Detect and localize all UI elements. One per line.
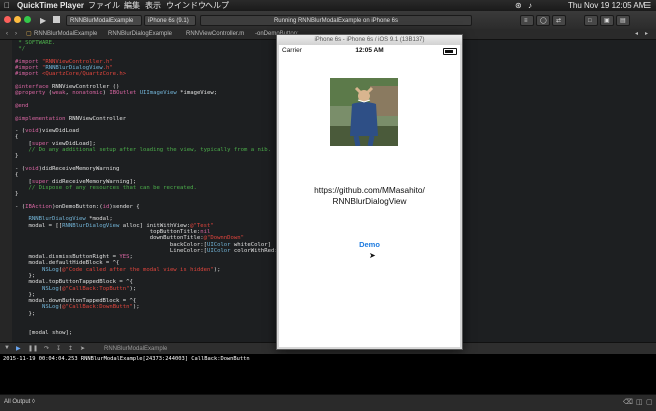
trash-icon[interactable]: ⌫ bbox=[623, 398, 633, 406]
device-screen[interactable]: Carrier 12:05 AM https://github.com/MMas… bbox=[279, 45, 460, 347]
zoom-window-icon[interactable] bbox=[24, 16, 31, 23]
code-line[interactable]: [modal show]; bbox=[15, 330, 298, 336]
simulator-title[interactable]: iPhone 6s - iPhone 6s / iOS 9.1 (13B137) bbox=[277, 35, 462, 45]
related-items-icon[interactable]: ◂ bbox=[635, 29, 638, 39]
photo-image bbox=[330, 78, 398, 146]
code-line[interactable]: backColor:[UIColor whiteColor] bbox=[15, 242, 298, 248]
console-output[interactable]: 2015-11-19 00:04:04.253 RNNBlurModalExam… bbox=[0, 354, 656, 394]
close-window-icon[interactable] bbox=[4, 16, 11, 23]
editor-version-icon[interactable]: ⇄ bbox=[552, 15, 566, 26]
back-arrow-icon[interactable]: ‹ bbox=[6, 29, 8, 39]
device-selector[interactable]: iPhone 6s (9.1) bbox=[144, 15, 196, 26]
minimize-window-icon[interactable] bbox=[14, 16, 21, 23]
volume-icon[interactable]: ♪ bbox=[528, 0, 532, 11]
pause-icon[interactable]: ❚❚ bbox=[28, 345, 38, 352]
step-over-icon[interactable]: ↷ bbox=[44, 345, 49, 352]
breadcrumb-file[interactable]: RNNViewController.m bbox=[186, 29, 244, 39]
location-icon[interactable]: ➤ bbox=[80, 345, 85, 352]
folder-icon: ▢ bbox=[26, 31, 32, 37]
menu-list-icon[interactable]: ☰ bbox=[644, 0, 651, 11]
run-icon[interactable]: ▶ bbox=[40, 16, 46, 25]
profile-photo bbox=[330, 78, 398, 146]
scheme-selector[interactable]: RNNBlurModalExample bbox=[66, 15, 142, 26]
hide-debug-icon[interactable]: ▼ bbox=[4, 345, 10, 351]
menu-view[interactable]: 表示 bbox=[145, 0, 161, 11]
split-view-icon[interactable]: ◫ bbox=[636, 398, 643, 406]
menu-edit[interactable]: 編集 bbox=[124, 0, 140, 11]
menu-clock[interactable]: Thu Nov 19 12:05 AM bbox=[568, 0, 645, 11]
step-into-icon[interactable]: ↧ bbox=[56, 345, 61, 352]
debug-target[interactable]: RNNBlurModalExample bbox=[104, 346, 167, 352]
utilities-toggle-icon[interactable]: ▤ bbox=[616, 15, 630, 26]
status-time: 12:05 AM bbox=[355, 47, 384, 54]
apple-menu-icon[interactable]:  bbox=[4, 0, 10, 11]
line-gutter[interactable] bbox=[0, 40, 12, 342]
code-line[interactable]: // Do any additional setup after loading… bbox=[15, 147, 298, 153]
editor-assistant-icon[interactable]: ◯ bbox=[536, 15, 550, 26]
breakpoints-icon[interactable]: ▶ bbox=[16, 345, 21, 352]
stop-icon[interactable] bbox=[53, 16, 60, 23]
menu-bar:  QuickTime Player ファイル 編集 表示 ウインドウ ヘルプ … bbox=[0, 0, 656, 11]
demo-button[interactable]: Demo bbox=[347, 240, 392, 249]
forward-arrow-icon[interactable]: › bbox=[15, 29, 17, 39]
menu-window[interactable]: ウインドウ bbox=[166, 0, 206, 11]
simulator-window[interactable]: iPhone 6s - iPhone 6s / iOS 9.1 (13B137)… bbox=[276, 34, 463, 350]
console-filter-bar: All Output ◊ ⌫ ◫ ▢ bbox=[0, 394, 656, 411]
mouse-cursor-icon: ➤ bbox=[369, 251, 376, 260]
console-line: 2015-11-19 00:04:04.253 RNNBlurModalExam… bbox=[3, 356, 250, 362]
breadcrumb-group[interactable]: RNNBlurDialogExample bbox=[108, 29, 172, 39]
battery-icon bbox=[443, 48, 457, 55]
xcode-toolbar: ▶ RNNBlurModalExample iPhone 6s (9.1) Ru… bbox=[0, 11, 656, 30]
next-issue-icon[interactable]: ▸ bbox=[645, 29, 648, 39]
wifi-icon[interactable]: ⊛ bbox=[515, 0, 522, 11]
editor-standard-icon[interactable]: ≡ bbox=[520, 15, 534, 26]
debug-toggle-icon[interactable]: ▣ bbox=[600, 15, 614, 26]
activity-view: Running RNNBlurModalExample on iPhone 6s bbox=[200, 15, 472, 26]
github-url: https://github.com/MMasahito/ RNNBlurDia… bbox=[279, 185, 460, 207]
menu-app-name[interactable]: QuickTime Player bbox=[17, 0, 84, 11]
breadcrumb-project[interactable]: RNNBlurModalExample bbox=[34, 29, 97, 39]
url-line-1: https://github.com/MMasahito/ bbox=[314, 185, 425, 195]
source-code[interactable]: * SOFTWARE. */ #import "RNNViewControlle… bbox=[15, 40, 298, 336]
navigator-toggle-icon[interactable]: □ bbox=[584, 15, 598, 26]
url-line-2: RNNBlurDialogView bbox=[332, 196, 407, 206]
step-out-icon[interactable]: ↥ bbox=[68, 345, 73, 352]
output-filter-select[interactable]: All Output ◊ bbox=[4, 399, 35, 405]
menu-help[interactable]: ヘルプ bbox=[205, 0, 229, 11]
menu-file[interactable]: ファイル bbox=[88, 0, 120, 11]
full-view-icon[interactable]: ▢ bbox=[646, 398, 653, 406]
